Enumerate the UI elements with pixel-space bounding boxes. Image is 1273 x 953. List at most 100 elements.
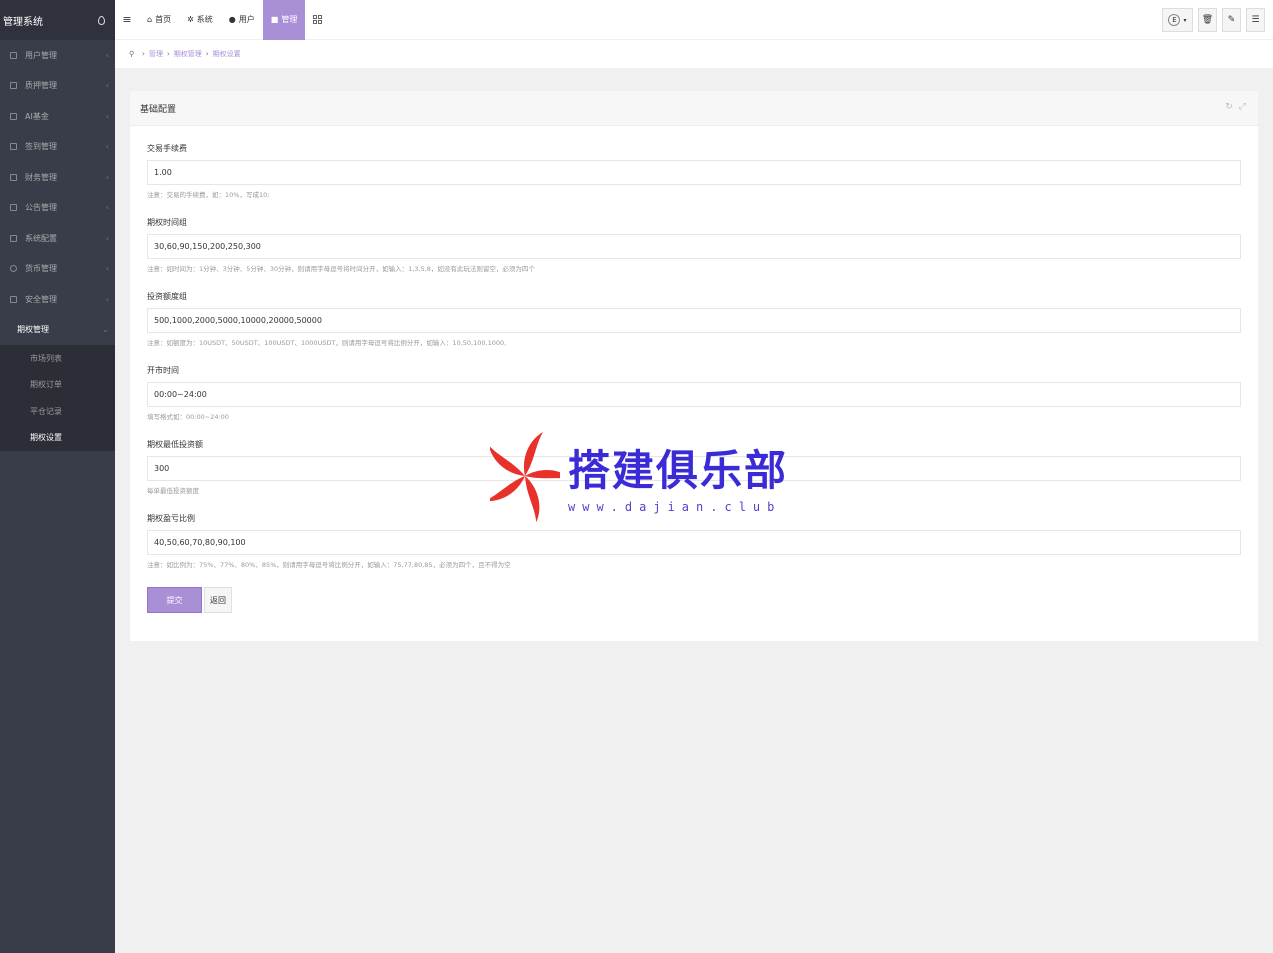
breadcrumb-separator: › bbox=[166, 50, 170, 58]
sidebar-brand: 管理系统 bbox=[0, 0, 115, 40]
min-investment-input[interactable]: 300 bbox=[147, 456, 1241, 481]
sidebar-item-label: 签到管理 bbox=[25, 142, 57, 152]
menu-toggle-icon[interactable]: ≡ bbox=[115, 13, 139, 26]
field-min-investment: 期权最低投资额 300 每单最低投资额度 bbox=[147, 439, 1241, 497]
breadcrumb: ⚲ › 管理 › 期权管理 › 期权设置 bbox=[115, 40, 1273, 68]
amount-group-input[interactable]: 500,1000,2000,5000,10000,20000,50000 bbox=[147, 308, 1241, 333]
breadcrumb-item[interactable]: 期权设置 bbox=[213, 49, 241, 59]
sidebar-item-users[interactable]: 用户管理 ‹ bbox=[0, 40, 115, 71]
time-group-input[interactable]: 30,60,90,150,200,250,300 bbox=[147, 234, 1241, 259]
list-icon: ☰ bbox=[1251, 15, 1260, 25]
sidebar-item-label: 用户管理 bbox=[25, 50, 57, 60]
tab-system[interactable]: ✲ 系统 bbox=[179, 0, 221, 40]
location-pin-icon: ⚲ bbox=[129, 50, 135, 58]
sidebar-item-label: 系统配置 bbox=[25, 233, 57, 243]
card-header: 基础配置 bbox=[130, 91, 1258, 126]
gears-icon bbox=[10, 234, 17, 242]
topbar: ≡ ⌂ 首页 ✲ 系统 ● 用户 ■ 管理 E ▾ 🗑 ✎ ☰ bbox=[115, 0, 1273, 40]
tab-user[interactable]: ● 用户 bbox=[221, 0, 263, 40]
sidebar-item-label: 质押管理 bbox=[25, 81, 57, 91]
field-time-group: 期权时间组 30,60,90,150,200,250,300 注意：如时间为：1… bbox=[147, 217, 1241, 275]
theme-drop-icon[interactable] bbox=[98, 15, 105, 25]
chevron-left-icon: ‹ bbox=[105, 142, 109, 152]
trash-icon: 🗑 bbox=[1201, 15, 1214, 25]
language-icon: E bbox=[1168, 14, 1181, 26]
monitor-icon bbox=[10, 112, 17, 120]
field-label: 期权最低投资额 bbox=[147, 440, 203, 449]
breadcrumb-item[interactable]: 管理 bbox=[149, 49, 163, 59]
sidebar-item-label: 安全管理 bbox=[25, 294, 57, 304]
chevron-left-icon: ‹ bbox=[105, 294, 109, 304]
tab-label: 用户 bbox=[238, 15, 255, 24]
field-label: 期权盈亏比例 bbox=[147, 514, 195, 523]
field-profit-ratio: 期权盈亏比例 40,50,60,70,80,90,100 注意：如比例为：75%… bbox=[147, 513, 1241, 571]
grid-icon[interactable] bbox=[313, 15, 323, 24]
language-dropdown[interactable]: E ▾ bbox=[1162, 8, 1193, 32]
sidebar-subitem-close-records[interactable]: 平仓记录 bbox=[0, 398, 115, 425]
chevron-down-icon: ⌄ bbox=[102, 325, 109, 335]
field-trade-fee: 交易手续费 1.00 注意：交易的手续费，如：10%，写成10; bbox=[147, 143, 1241, 201]
sidebar-item-options[interactable]: 期权管理 ⌄ bbox=[0, 315, 115, 346]
submit-button[interactable]: 提交 bbox=[147, 587, 202, 613]
chevron-left-icon: ‹ bbox=[105, 233, 109, 243]
sidebar-item-ai-fund[interactable]: AI基金 ‹ bbox=[0, 101, 115, 132]
tab-home[interactable]: ⌂ 首页 bbox=[139, 0, 179, 40]
field-help: 注意：如时间为：1分钟、3分钟、5分钟、30分钟，则请用字母逗号将时间分开，如输… bbox=[147, 265, 535, 273]
sidebar-item-checkin[interactable]: 签到管理 ‹ bbox=[0, 132, 115, 163]
config-card: 基础配置 ↻ ⤢ 交易手续费 1.00 注意：交易的手续费，如：10%，写成10… bbox=[130, 91, 1258, 641]
config-form: 交易手续费 1.00 注意：交易的手续费，如：10%，写成10; 期权时间组 3… bbox=[130, 126, 1258, 613]
sidebar-item-security[interactable]: 安全管理 ‹ bbox=[0, 284, 115, 315]
sidebar-item-currency[interactable]: 货币管理 ‹ bbox=[0, 254, 115, 285]
refresh-icon[interactable]: ↻ bbox=[1225, 102, 1233, 112]
field-label: 投资额度组 bbox=[147, 292, 187, 301]
chevron-left-icon: ‹ bbox=[105, 264, 109, 274]
field-help: 注意：如额度为：10USDT、50USDT、100USDT、1000USDT，则… bbox=[147, 339, 507, 347]
field-label: 期权时间组 bbox=[147, 218, 187, 227]
clear-cache-button[interactable]: 🗑 bbox=[1198, 8, 1217, 32]
profit-ratio-input[interactable]: 40,50,60,70,80,90,100 bbox=[147, 530, 1241, 555]
sidebar-item-system-config[interactable]: 系统配置 ‹ bbox=[0, 223, 115, 254]
edit-icon bbox=[10, 143, 17, 151]
sidebar-item-label: 货币管理 bbox=[25, 264, 57, 274]
caret-down-icon: ▾ bbox=[1183, 16, 1187, 24]
home-icon: ⌂ bbox=[147, 15, 153, 24]
market-hours-input[interactable]: 00:00~24:00 bbox=[147, 382, 1241, 407]
user-icon bbox=[10, 51, 17, 59]
fullscreen-icon[interactable]: ⤢ bbox=[1239, 102, 1246, 112]
chevron-left-icon: ‹ bbox=[105, 172, 109, 182]
breadcrumb-separator: › bbox=[205, 50, 209, 58]
sidebar-item-label: AI基金 bbox=[25, 111, 49, 121]
lock-icon: ■ bbox=[270, 15, 279, 24]
money-icon bbox=[10, 173, 17, 181]
back-button[interactable]: 返回 bbox=[204, 587, 232, 613]
sidebar-subitem-option-orders[interactable]: 期权订单 bbox=[0, 372, 115, 399]
sidebar-item-label: 财务管理 bbox=[25, 172, 57, 182]
field-market-hours: 开市时间 00:00~24:00 填写格式如：00:00~24:00 bbox=[147, 365, 1241, 423]
sidebar-item-staking[interactable]: 质押管理 ‹ bbox=[0, 71, 115, 102]
chevron-left-icon: ‹ bbox=[105, 203, 109, 213]
sidebar-item-notice[interactable]: 公告管理 ‹ bbox=[0, 193, 115, 224]
sidebar-menu: 用户管理 ‹ 质押管理 ‹ AI基金 ‹ 签到管理 ‹ 财务管理 ‹ 公告管理 … bbox=[0, 40, 115, 345]
chevron-left-icon: ‹ bbox=[105, 111, 109, 121]
breadcrumb-item[interactable]: 期权管理 bbox=[174, 49, 202, 59]
sidebar-submenu-options: 市场列表 期权订单 平仓记录 期权设置 bbox=[0, 345, 115, 451]
trade-fee-input[interactable]: 1.00 bbox=[147, 160, 1241, 185]
tab-label: 管理 bbox=[281, 15, 298, 24]
sidebar-subitem-option-settings[interactable]: 期权设置 bbox=[0, 425, 115, 452]
gear-icon: ✲ bbox=[187, 15, 194, 24]
list-icon bbox=[10, 82, 17, 90]
sidebar-item-label: 期权管理 bbox=[17, 325, 49, 335]
sidebar-item-finance[interactable]: 财务管理 ‹ bbox=[0, 162, 115, 193]
user-icon: ● bbox=[228, 15, 236, 24]
lock-icon bbox=[10, 295, 17, 303]
coin-icon bbox=[10, 265, 17, 273]
card-tools: ↻ ⤢ bbox=[1225, 102, 1246, 112]
field-help: 注意：如比例为：75%、77%、80%、85%，则请用字母逗号将比例分开，如输入… bbox=[147, 561, 511, 569]
breadcrumb-separator: › bbox=[142, 50, 145, 58]
edit-profile-button[interactable]: ✎ bbox=[1222, 8, 1241, 32]
more-menu-button[interactable]: ☰ bbox=[1246, 8, 1265, 32]
field-help: 每单最低投资额度 bbox=[147, 487, 199, 495]
sidebar-subitem-market-list[interactable]: 市场列表 bbox=[0, 345, 115, 372]
chevron-left-icon: ‹ bbox=[105, 50, 109, 60]
tab-manage[interactable]: ■ 管理 bbox=[262, 0, 306, 40]
